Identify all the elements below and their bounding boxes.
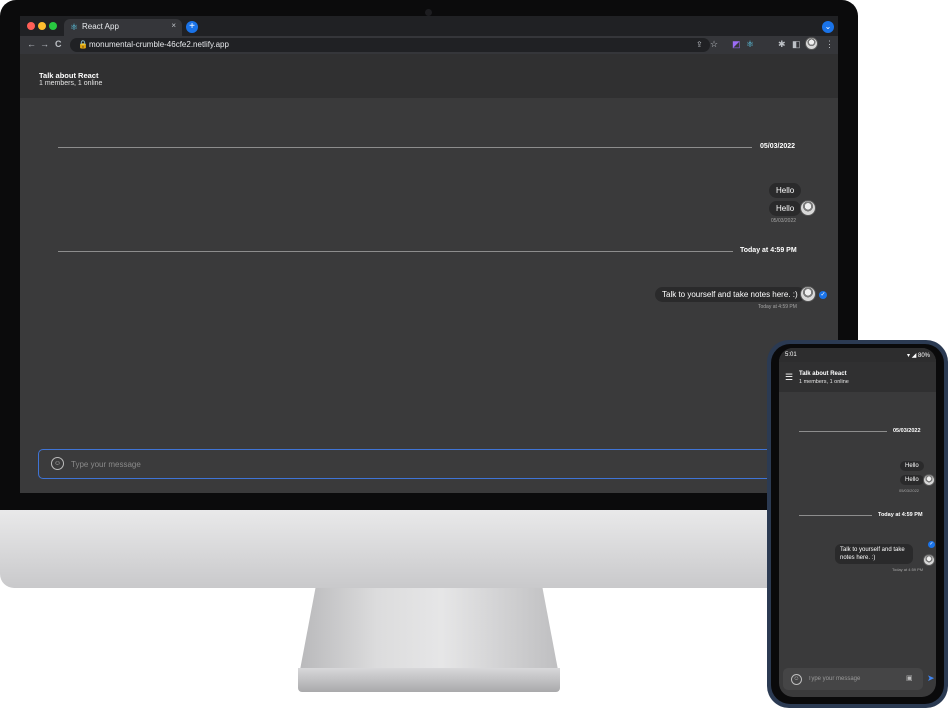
chat-title: Talk about React [39, 71, 99, 80]
phone-status-bar: 5:01 ▾ ◢ 80% [779, 348, 936, 362]
imac-chin [0, 510, 858, 588]
emoji-icon[interactable]: ☺ [51, 457, 64, 470]
status-icons: ▾ ◢ 80% [907, 353, 930, 359]
maximize-window-button[interactable] [49, 22, 57, 30]
message-input[interactable] [71, 457, 671, 471]
tab-close-icon[interactable]: × [171, 21, 176, 30]
emoji-icon[interactable]: ☺ [791, 674, 802, 685]
camera-dot [425, 9, 432, 16]
message-time: 05/03/2022 [899, 488, 920, 493]
message-bubble: Hello [769, 183, 802, 198]
sidebar-icon[interactable]: ◧ [792, 39, 801, 50]
phone-screen: 5:01 ▾ ◢ 80% ☰ Talk about React 1 member… [779, 348, 936, 697]
browser-tab[interactable]: ⚛ React App × [64, 19, 182, 36]
star-icon[interactable]: ☆ [710, 39, 718, 50]
date-divider [799, 431, 887, 432]
hamburger-menu-icon[interactable]: ☰ [785, 372, 793, 383]
user-avatar[interactable] [923, 554, 935, 566]
chat-header: Talk about React 1 members, 1 online [20, 54, 838, 98]
menu-icon[interactable]: ⋮ [825, 39, 834, 50]
phone-message-input[interactable] [808, 674, 888, 684]
extensions-icon[interactable]: ✱ [778, 39, 786, 50]
date-label: Today at 4:59 PM [740, 247, 797, 254]
phone-chat-header: ☰ Talk about React 1 members, 1 online [779, 362, 936, 392]
react-favicon-icon: ⚛ [70, 22, 79, 32]
phone-chat-subtitle: 1 members, 1 online [799, 379, 849, 385]
message-time: Today at 4:59 PM [758, 304, 797, 310]
message-composer: ☺ [38, 449, 820, 479]
browser-tabbar: ⚛ React App × + ⌄ [20, 16, 838, 36]
phone-bezel: 5:01 ▾ ◢ 80% ☰ Talk about React 1 member… [771, 344, 944, 704]
date-divider [58, 147, 752, 148]
phone-frame: 5:01 ▾ ◢ 80% ☰ Talk about React 1 member… [767, 340, 948, 708]
lock-icon: 🔒 [78, 40, 88, 49]
share-icon[interactable]: ⇪ [696, 40, 703, 49]
message-bubble: Hello [769, 201, 802, 216]
desktop-screen: ⚛ React App × + ⌄ ← → C 🔒 monumental-cru… [20, 16, 838, 493]
address-bar[interactable]: 🔒 monumental-crumble-46cfe2.netlify.app … [70, 38, 718, 52]
date-divider [58, 251, 733, 252]
user-avatar[interactable] [923, 474, 935, 486]
url-text[interactable]: monumental-crumble-46cfe2.netlify.app [89, 40, 229, 49]
date-label: 05/03/2022 [760, 143, 796, 150]
user-avatar[interactable] [800, 286, 816, 302]
status-time: 5:01 [785, 352, 797, 358]
reload-icon[interactable]: C [55, 39, 62, 49]
forward-icon[interactable]: → [40, 39, 49, 49]
imac-base [298, 668, 560, 692]
chat-app: Talk about React 1 members, 1 online 05/… [20, 54, 838, 493]
message-bubble: Talk to yourself and take notes here. :) [655, 287, 805, 302]
browser-toolbar: ← → C 🔒 monumental-crumble-46cfe2.netlif… [20, 36, 838, 54]
tab-search-chevron-icon[interactable]: ⌄ [822, 21, 834, 33]
close-window-button[interactable] [27, 22, 35, 30]
imac-stand [300, 588, 558, 670]
read-check-icon: ✓ [928, 541, 935, 548]
message-bubble: Hello [900, 475, 924, 485]
date-label: Today at 4:59 PM [878, 512, 923, 518]
message-bubble: Hello [900, 461, 924, 471]
date-divider [799, 515, 872, 516]
user-avatar[interactable] [800, 200, 816, 216]
tab-title: React App [82, 22, 119, 31]
date-label: 05/03/2022 [893, 428, 921, 434]
react-devtools-icon[interactable]: ⚛ [746, 39, 754, 50]
message-time: Today at 4:59 PM [892, 567, 924, 572]
chat-subtitle: 1 members, 1 online [39, 80, 103, 87]
profile-avatar[interactable] [805, 37, 818, 50]
extension-icon[interactable]: ◩ [732, 39, 741, 50]
phone-message-composer: ☺ ▣ [783, 668, 923, 690]
attach-image-icon[interactable]: ▣ [906, 674, 913, 682]
new-tab-button[interactable]: + [186, 21, 198, 33]
read-check-icon: ✓ [819, 291, 827, 299]
send-icon[interactable]: ➤ [927, 673, 935, 684]
message-bubble: Talk to yourself and take notes here. :) [835, 544, 913, 564]
message-time: 05/03/2022 [771, 218, 797, 224]
phone-chat-title: Talk about React [799, 371, 847, 377]
minimize-window-button[interactable] [38, 22, 46, 30]
back-icon[interactable]: ← [27, 39, 36, 49]
